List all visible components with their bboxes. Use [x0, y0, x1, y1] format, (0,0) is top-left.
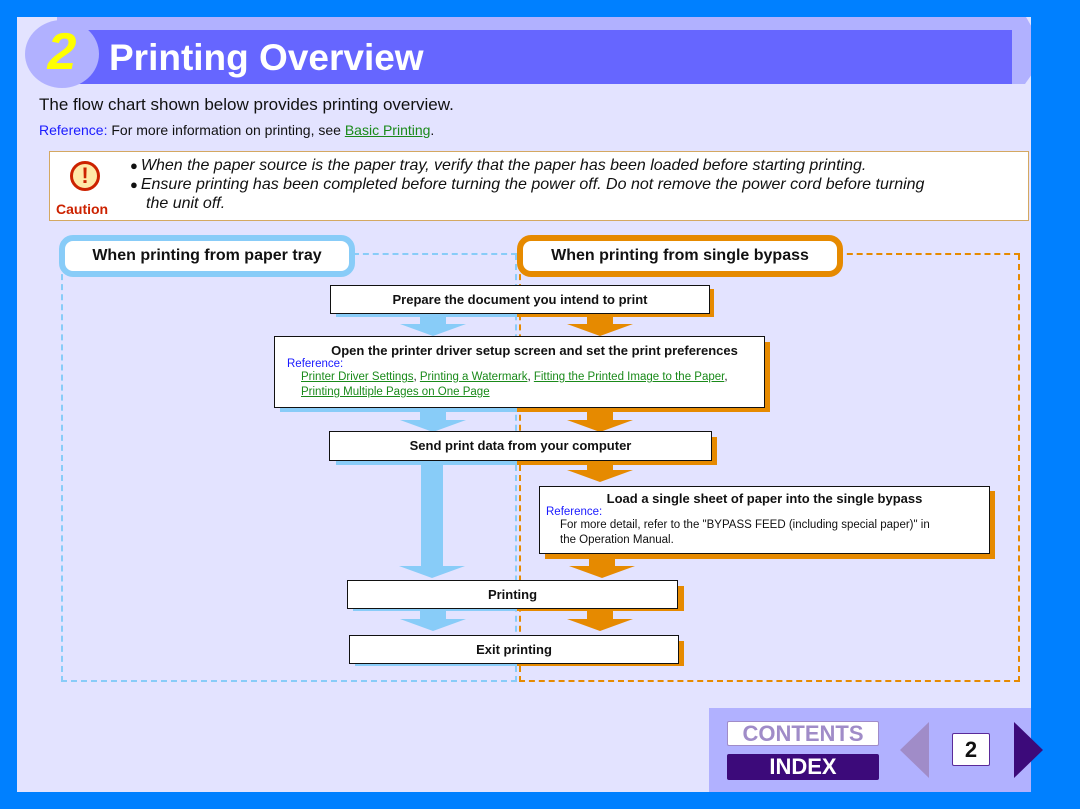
step-load-single-sheet: Load a single sheet of paper into the si…	[539, 486, 990, 554]
step-prepare-document: Prepare the document you intend to print	[330, 285, 710, 314]
arrow-stem	[420, 412, 446, 421]
navigation-panel: CONTENTS INDEX 2	[709, 708, 1043, 792]
arrow-down-icon	[400, 324, 466, 336]
index-button[interactable]: INDEX	[727, 754, 879, 780]
bypass-region-top	[837, 253, 1020, 255]
step-exit-printing: Exit printing	[349, 635, 679, 664]
arrow-down-icon	[399, 566, 465, 578]
arrow-down-icon	[567, 324, 633, 336]
contents-button[interactable]: CONTENTS	[727, 721, 879, 746]
printing-watermark-link[interactable]: Printing a Watermark	[420, 371, 528, 383]
arrow-stem	[421, 465, 443, 566]
multiple-pages-link[interactable]: Printing Multiple Pages on One Page	[301, 386, 490, 398]
paper-tray-region	[61, 254, 517, 682]
arrow-stem	[420, 317, 446, 325]
arrow-down-icon	[569, 566, 635, 578]
flowchart: When printing from paper tray When print…	[17, 17, 1031, 792]
triangle-right-icon[interactable]	[1014, 722, 1043, 778]
step-reference: Reference: Printer Driver Settings, Prin…	[275, 358, 764, 400]
fitting-image-link[interactable]: Fitting the Printed Image to the Paper	[534, 371, 725, 383]
step-printer-driver-setup: Open the printer driver setup screen and…	[274, 336, 765, 408]
arrow-down-icon	[400, 619, 466, 631]
paper-tray-heading: When printing from paper tray	[59, 235, 355, 277]
page: 2 Printing Overview The flow chart shown…	[17, 17, 1043, 792]
arrow-stem	[587, 317, 613, 325]
triangle-left-icon[interactable]	[900, 722, 929, 778]
step-send-print-data: Send print data from your computer	[329, 431, 712, 461]
step-printing: Printing	[347, 580, 678, 609]
printer-driver-settings-link[interactable]: Printer Driver Settings	[301, 371, 413, 383]
step-reference: Reference: For more detail, refer to the…	[540, 506, 989, 548]
arrow-stem	[587, 412, 613, 421]
page-number: 2	[952, 733, 990, 766]
arrow-down-icon	[567, 619, 633, 631]
arrow-stem	[589, 558, 615, 566]
reference-label: Reference:	[546, 506, 603, 518]
bypass-heading: When printing from single bypass	[517, 235, 843, 277]
reference-label: Reference:	[287, 358, 344, 370]
arrow-stem	[420, 611, 446, 619]
paper-tray-region-top	[353, 253, 517, 255]
arrow-stem	[587, 611, 613, 619]
arrow-down-icon	[567, 470, 633, 482]
